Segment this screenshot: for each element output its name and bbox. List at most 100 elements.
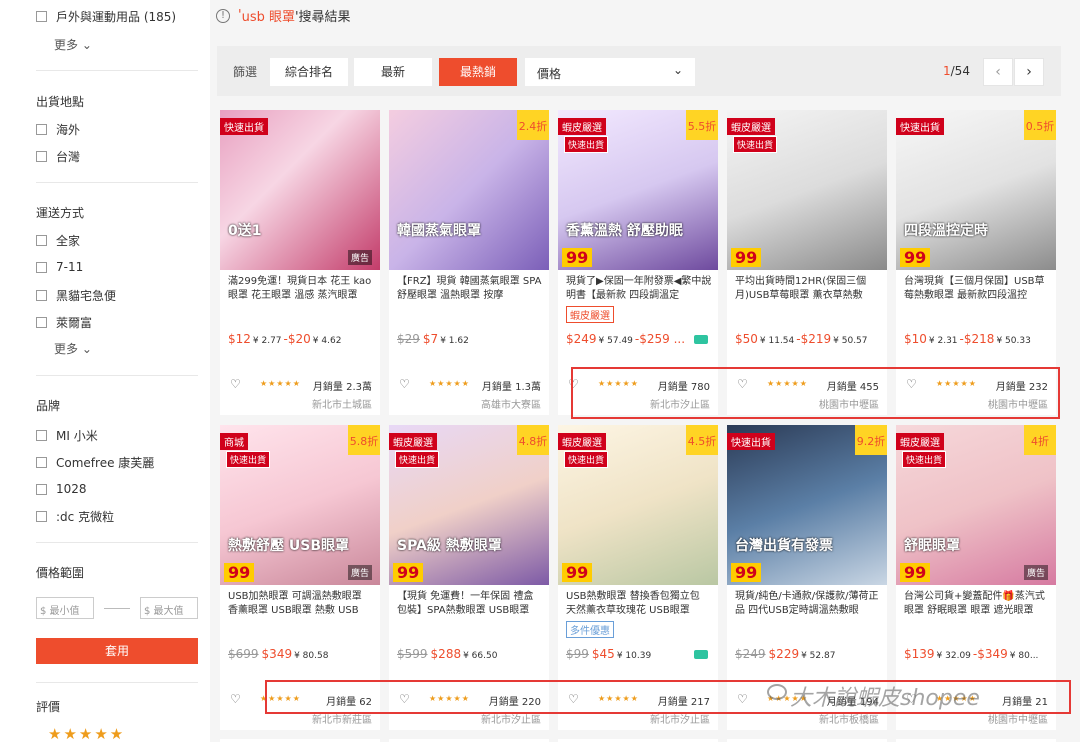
filter-label: :dc 克微粒 [56, 509, 115, 524]
product-card[interactable]: 快速出貨 0送1 廣告 滿299免運！現貨日本 花王 kao 眼罩 花王眼罩 溫感 蒸… [220, 110, 380, 415]
product-title[interactable]: 台灣現貨【三個月保固】USB草莓熱敷眼罩 最新款四段溫控 [904, 275, 1050, 303]
price-line: $50 ¥ 11.54 -$219 ¥ 50.57 [735, 332, 885, 346]
highlight-box [571, 367, 1060, 419]
discount-badge: 5.8折 [348, 425, 380, 455]
product-title[interactable]: USB熱敷眼罩 替換香包獨立包 天然薰衣草玫瑰花 USB眼罩 [566, 590, 712, 618]
price-line: $29 $7 ¥ 1.62 [397, 332, 547, 346]
filter-outdoor[interactable]: 戶外與運動用品 (185) [36, 7, 176, 25]
filter-label: MI 小米 [56, 428, 98, 443]
heart-icon[interactable]: ♡ [230, 377, 241, 391]
original-price: $699 [228, 647, 259, 661]
filter-brand-comefree[interactable]: Comefree 康芙麗 [36, 453, 154, 471]
monthly-sales: 月銷量 1.3萬 [481, 382, 541, 393]
price-line: $139 ¥ 32.09 -$349 ¥ 80... [904, 647, 1054, 661]
monthly-sales: 月銷量 2.3萬 [312, 382, 372, 393]
checkbox[interactable] [36, 261, 47, 273]
filter-brand-dc[interactable]: :dc 克微粒 [36, 507, 114, 525]
sort-relevance-button[interactable]: 綜合排名 [270, 58, 348, 86]
badge: 商城 [220, 433, 248, 450]
price: $259 ... [639, 332, 686, 346]
sort-label: 篩選 [233, 65, 258, 79]
price: $10 [904, 332, 927, 346]
heart-icon[interactable]: ♡ [230, 692, 241, 706]
product-title[interactable]: 現貨/純色/卡通款/保護款/薄荷正品 四代USB定時調溫熱敷眼 [735, 590, 881, 618]
badge-fast-ship: 快速出貨 [564, 136, 609, 153]
checkbox[interactable] [36, 483, 47, 495]
ship-from-heading: 出貨地點 [36, 95, 85, 109]
image-overlay-text: SPA級 熱敷眼罩 [397, 538, 502, 554]
seller-location: 高雄市大寮區 [481, 400, 541, 411]
product-title[interactable]: 【現貨 免運費！一年保固 禮盒包裝】SPA熱敷眼罩 USB眼罩 [397, 590, 543, 618]
next-page-button[interactable]: › [1014, 58, 1044, 86]
filter-label: 全家 [56, 233, 81, 248]
promo-99-tag: 99 [900, 563, 931, 582]
more-link[interactable]: 更多 ⌄ [54, 36, 92, 53]
converted-price: ¥ 66.50 [463, 651, 498, 661]
rating-filter-5-stars[interactable]: ★★★★★ [48, 725, 125, 742]
product-title[interactable]: 滿299免運！現貨日本 花王 kao 眼罩 花王眼罩 溫感 蒸汽眼罩 [228, 275, 374, 303]
filter-label: 7-11 [56, 260, 84, 274]
price-line: $599 $288 ¥ 66.50 [397, 647, 547, 661]
search-result-hint: ! ' usb 眼罩 '搜尋結果 [216, 6, 351, 25]
ad-label: 廣告 [1023, 565, 1048, 580]
divider [36, 375, 198, 376]
checkbox[interactable] [36, 123, 47, 135]
filter-label: 戶外與運動用品 (185) [56, 9, 177, 24]
price: $20 [287, 332, 311, 346]
filter-brand-mi[interactable]: MI 小米 [36, 426, 98, 444]
filter-taiwan[interactable]: 台灣 [36, 147, 80, 165]
price: $349 [977, 647, 1008, 661]
wechat-icon [767, 684, 787, 700]
checkbox[interactable] [36, 10, 47, 22]
apply-button[interactable]: 套用 [36, 638, 198, 664]
checkbox[interactable] [36, 456, 47, 468]
checkbox[interactable] [36, 316, 47, 328]
prev-page-button[interactable]: ‹ [983, 58, 1013, 86]
price-sort-label: 價格 [537, 67, 562, 81]
checkbox[interactable] [36, 234, 47, 246]
image-overlay-text: 韓國蒸氣眼罩 [397, 223, 481, 239]
price-line: $10 ¥ 2.31 -$218 ¥ 50.33 [904, 332, 1054, 346]
sort-latest-button[interactable]: 最新 [354, 58, 432, 86]
filter-tcat[interactable]: 黑貓宅急便 [36, 286, 116, 304]
promo-99-tag: 99 [562, 563, 593, 582]
product-card[interactable]: 2.4折 韓國蒸氣眼罩 【FRZ】現貨 韓國蒸氣眼罩 SPA舒壓眼罩 溫熱眼罩 按摩… [389, 110, 549, 415]
checkbox[interactable] [36, 510, 47, 522]
filter-overseas[interactable]: 海外 [36, 120, 80, 138]
price-line: $12 ¥ 2.77 -$20 ¥ 4.62 [228, 332, 378, 346]
promo-99-tag: 99 [731, 563, 762, 582]
product-title[interactable]: 現貨了▶保固一年附發票◀繁中說明書【最新款 四段調溫定 [566, 275, 712, 303]
filter-brand-1028[interactable]: 1028 [36, 480, 87, 498]
price: $249 [566, 332, 597, 346]
checkbox[interactable] [36, 429, 47, 441]
heart-icon[interactable]: ♡ [399, 377, 410, 391]
product-title[interactable]: 【FRZ】現貨 韓國蒸氣眼罩 SPA舒壓眼罩 溫熱眼罩 按摩 [397, 275, 543, 303]
product-title[interactable]: 平均出貨時間12HR(保固三個月)USB草莓眼罩 薰衣草熱敷 [735, 275, 881, 303]
filter-label: 台灣 [56, 149, 81, 164]
price-sort-select[interactable]: 價格 ⌄ [525, 58, 695, 86]
filter-label: 黑貓宅急便 [56, 288, 117, 303]
badge: 蝦皮嚴選 [558, 433, 606, 450]
filter-familymart[interactable]: 全家 [36, 231, 80, 249]
price: $219 [800, 332, 832, 346]
converted-price: ¥ 50.33 [996, 336, 1031, 346]
checkbox[interactable] [36, 289, 47, 301]
converted-price: ¥ 57.49 [598, 336, 633, 346]
product-title[interactable]: 台灣公司貨+變蓋配件🎁蒸汽式眼罩 舒眠眼罩 眼罩 遮光眼罩 [904, 590, 1050, 618]
price: $288 [430, 647, 462, 661]
filter-711[interactable]: 7-11 [36, 258, 83, 276]
product-tag: 多件優惠 [566, 621, 614, 638]
product-title[interactable]: USB加熱眼罩 可調溫熱敷眼罩 香薰眼罩 USB眼罩 熱敷 USB [228, 590, 374, 618]
image-overlay-text: 熱敷舒壓 USB眼罩 [228, 538, 349, 554]
price: $7 [422, 332, 439, 346]
price-line: $249 $229 ¥ 52.87 [735, 647, 885, 661]
price-max-input[interactable]: $ 最大值 [140, 597, 198, 619]
seller-location: 新北市土城區 [312, 400, 372, 411]
sort-top-sales-button[interactable]: 最熱銷 [439, 58, 517, 86]
checkbox[interactable] [36, 150, 47, 162]
sort-bar: 篩選 綜合排名 最新 最熱銷 價格 ⌄ 1/54 ‹ › [217, 46, 1061, 96]
filter-hilife[interactable]: 萊爾富 [36, 313, 92, 331]
image-overlay-text: 0送1 [228, 223, 262, 239]
more-link[interactable]: 更多 ⌄ [54, 340, 92, 357]
price-min-input[interactable]: $ 最小值 [36, 597, 94, 619]
